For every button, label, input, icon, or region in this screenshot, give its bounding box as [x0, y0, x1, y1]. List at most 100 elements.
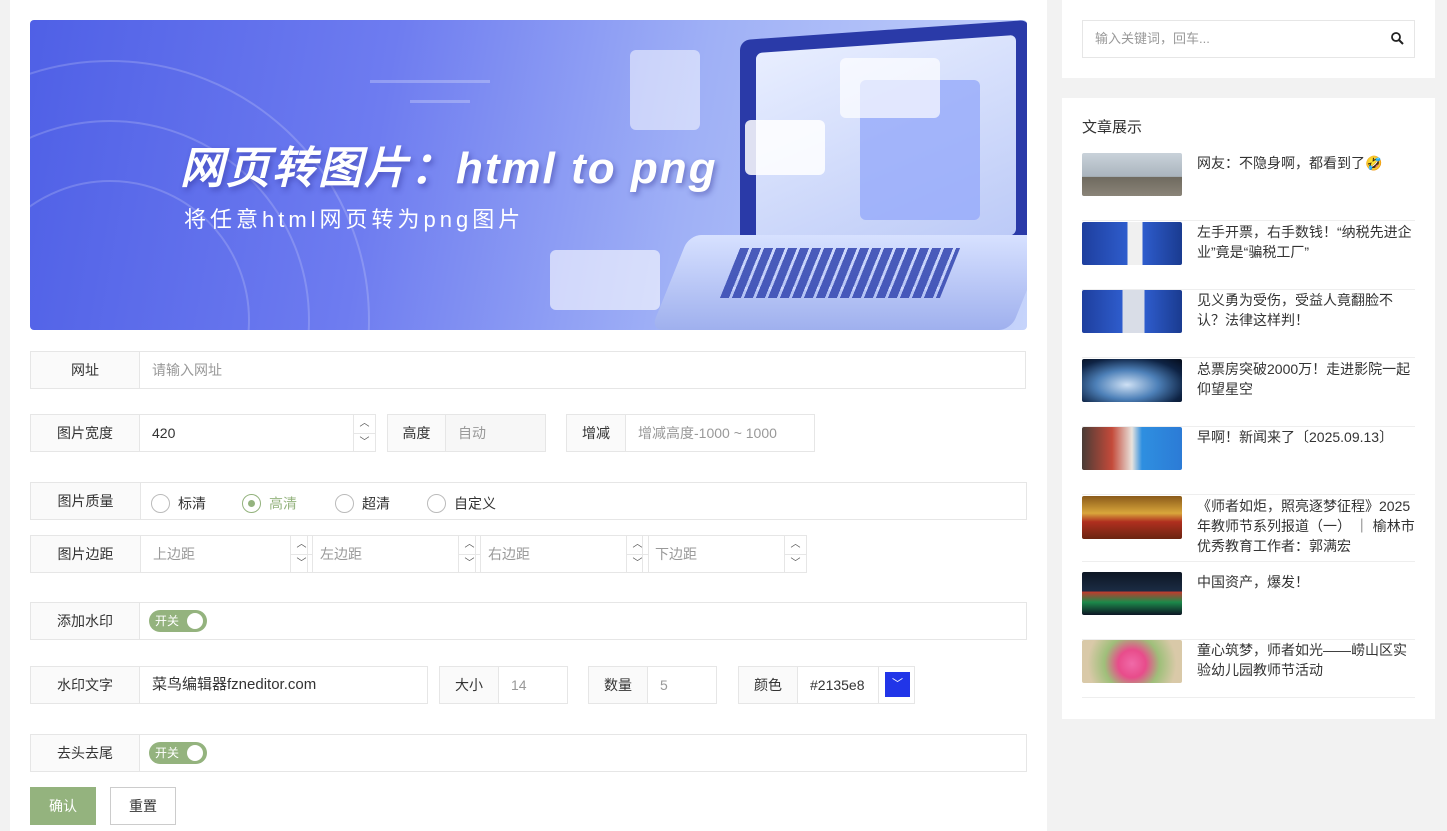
- margin-right-input[interactable]: 右边距: [476, 536, 626, 572]
- watermark-color-input[interactable]: #2135e8: [798, 667, 878, 703]
- article-thumbnail[interactable]: [1082, 222, 1182, 265]
- quality-option-label: 超清: [362, 495, 390, 512]
- article-thumbnail[interactable]: [1082, 153, 1182, 196]
- banner-title: 网页转图片：html to png: [180, 144, 718, 193]
- height-label: 高度: [388, 415, 446, 451]
- quality-option-sd[interactable]: 标清: [151, 492, 206, 513]
- toggle-label: 开关: [155, 614, 180, 628]
- watermark-size-group: 大小 14: [439, 666, 568, 704]
- quality-option-label: 自定义: [454, 495, 496, 512]
- banner-image: 网页转图片：html to png 将任意html网页转为png图片: [30, 20, 1027, 330]
- watermark-color-label: 颜色: [739, 667, 798, 703]
- width-label: 图片宽度: [31, 415, 140, 451]
- watermark-count-label: 数量: [589, 667, 648, 703]
- watermark-color-group: 颜色 #2135e8 ﹀: [738, 666, 915, 704]
- sidebar-search-panel: 输入关键词，回车...: [1062, 0, 1435, 78]
- trim-row: 去头去尾 开关: [30, 734, 1027, 772]
- adjust-group: 增减 增减高度-1000 ~ 1000: [566, 414, 815, 452]
- article-thumbnail[interactable]: [1082, 640, 1182, 683]
- width-input[interactable]: 420: [140, 415, 350, 451]
- article-title[interactable]: 见义勇为受伤，受益人竟翻脸不认？法律这样判！: [1197, 290, 1415, 330]
- trim-toggle[interactable]: 开关: [149, 742, 207, 764]
- quality-option-label: 标清: [178, 495, 206, 512]
- article-thumbnail[interactable]: [1082, 427, 1182, 470]
- radio-circle-icon: [427, 493, 446, 513]
- width-stepper[interactable]: ︿ ﹀: [353, 415, 375, 451]
- radio-circle-icon: [151, 493, 170, 513]
- chevron-down-icon[interactable]: ﹀: [354, 433, 375, 451]
- list-item[interactable]: 中国资产，爆发！: [1082, 572, 1415, 640]
- banner-line-decoration: [410, 100, 470, 103]
- reset-button[interactable]: 重置: [110, 787, 176, 825]
- quality-option-custom[interactable]: 自定义: [427, 492, 496, 513]
- list-item[interactable]: 《师者如炬，照亮逐梦征程》2025年教师节系列报道（一） ｜ 榆林市优秀教育工作…: [1082, 496, 1415, 562]
- article-title[interactable]: 总票房突破2000万！走进影院一起仰望星空: [1197, 359, 1415, 399]
- height-group: 高度 自动: [387, 414, 546, 452]
- chevron-down-icon: ﹀: [885, 672, 910, 697]
- margin-top-input[interactable]: 上边距: [141, 536, 289, 572]
- margin-left-group: 左边距 ︿ ﹀: [307, 535, 481, 573]
- banner-card-decoration: [550, 250, 660, 310]
- margin-bottom-stepper[interactable]: ︿ ﹀: [784, 536, 806, 572]
- margin-bottom-input[interactable]: 下边距: [643, 536, 784, 572]
- article-title[interactable]: 早啊！新闻来了〔2025.09.13〕: [1197, 427, 1415, 447]
- chevron-down-icon[interactable]: ﹀: [785, 554, 806, 572]
- article-title[interactable]: 童心筑梦，师者如光——崂山区实验幼儿园教师节活动: [1197, 640, 1415, 680]
- search-input[interactable]: 输入关键词，回车...: [1083, 21, 1378, 57]
- article-list-panel: 文章展示 网友：不隐身啊，都看到了🤣 左手开票，右手数钱！“纳税先进企业”竟是“…: [1062, 98, 1435, 719]
- watermark-count-group: 数量 5: [588, 666, 717, 704]
- article-title[interactable]: 网友：不隐身啊，都看到了🤣: [1197, 153, 1415, 173]
- quality-option-uhd[interactable]: 超清: [335, 492, 390, 513]
- list-item[interactable]: 总票房突破2000万！走进影院一起仰望星空: [1082, 359, 1415, 427]
- watermark-size-label: 大小: [440, 667, 499, 703]
- watermark-size-input[interactable]: 14: [499, 667, 567, 703]
- banner-doc-decoration: [745, 120, 825, 175]
- banner-card-decoration: [630, 50, 700, 130]
- quality-label: 图片质量: [31, 483, 141, 519]
- radio-checked-icon: [242, 493, 261, 513]
- trim-label: 去头去尾: [31, 735, 140, 771]
- watermark-row: 添加水印 开关: [30, 602, 1027, 640]
- quality-option-hd[interactable]: 高清: [242, 492, 297, 513]
- margin-right-group: 右边距 ︿ ﹀: [475, 535, 649, 573]
- article-thumbnail[interactable]: [1082, 572, 1182, 615]
- article-thumbnail[interactable]: [1082, 496, 1182, 539]
- list-item[interactable]: 网友：不隐身啊，都看到了🤣: [1082, 153, 1415, 221]
- article-thumbnail[interactable]: [1082, 359, 1182, 402]
- chevron-up-icon[interactable]: ︿: [785, 536, 806, 554]
- watermark-text-input[interactable]: 菜鸟编辑器fzneditor.com: [140, 667, 427, 703]
- toggle-label: 开关: [155, 746, 180, 760]
- adjust-label: 增减: [567, 415, 626, 451]
- watermark-toggle[interactable]: 开关: [149, 610, 207, 632]
- section-title: 文章展示: [1082, 119, 1143, 136]
- article-thumbnail[interactable]: [1082, 290, 1182, 333]
- quality-option-label: 高清: [269, 495, 297, 512]
- color-picker[interactable]: ﹀: [878, 667, 914, 703]
- margin-left-input[interactable]: 左边距: [308, 536, 458, 572]
- list-item[interactable]: 见义勇为受伤，受益人竟翻脸不认？法律这样判！: [1082, 290, 1415, 358]
- toggle-knob: [187, 745, 203, 761]
- url-input[interactable]: 请输入网址: [140, 352, 1020, 388]
- watermark-count-input[interactable]: 5: [648, 667, 716, 703]
- url-label: 网址: [31, 352, 140, 388]
- width-group: 图片宽度 420 ︿ ﹀: [30, 414, 376, 452]
- article-title[interactable]: 《师者如炬，照亮逐梦征程》2025年教师节系列报道（一） ｜ 榆林市优秀教育工作…: [1197, 496, 1415, 556]
- search-icon[interactable]: [1390, 31, 1406, 47]
- adjust-input[interactable]: 增减高度-1000 ~ 1000: [626, 415, 814, 451]
- watermark-text-label: 水印文字: [31, 667, 140, 703]
- article-title[interactable]: 左手开票，右手数钱！“纳税先进企业”竟是“骗税工厂”: [1197, 222, 1415, 262]
- confirm-button[interactable]: 确认: [30, 787, 96, 825]
- banner-doc-decoration: [840, 58, 940, 118]
- main-panel: 网页转图片：html to png 将任意html网页转为png图片 网址 请输…: [10, 0, 1047, 831]
- chevron-up-icon[interactable]: ︿: [354, 415, 375, 433]
- toggle-knob: [187, 613, 203, 629]
- article-title[interactable]: 中国资产，爆发！: [1197, 572, 1415, 592]
- list-item[interactable]: 早啊！新闻来了〔2025.09.13〕: [1082, 427, 1415, 495]
- url-row: 网址 请输入网址: [30, 351, 1026, 389]
- height-input[interactable]: 自动: [446, 415, 545, 451]
- margin-top-group: 图片边距 上边距 ︿ ﹀: [30, 535, 313, 573]
- watermark-label: 添加水印: [31, 603, 140, 639]
- list-item[interactable]: 左手开票，右手数钱！“纳税先进企业”竟是“骗税工厂”: [1082, 222, 1415, 290]
- laptop-keyboard: [719, 248, 961, 298]
- list-item[interactable]: 童心筑梦，师者如光——崂山区实验幼儿园教师节活动: [1082, 640, 1415, 698]
